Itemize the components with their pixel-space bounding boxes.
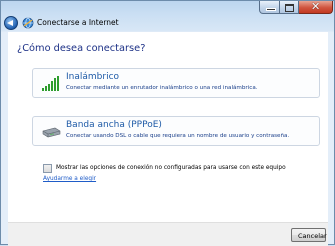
- wizard-window: Conectarse a Internet ✕ ¿Cómo desea cone…: [0, 0, 335, 246]
- maximize-button[interactable]: [280, 1, 299, 14]
- wizard-content: ¿Cómo desea conectarse? Inalámbrico Cone…: [8, 32, 328, 222]
- modem-icon: [42, 127, 61, 138]
- close-icon: ✕: [311, 0, 321, 13]
- cancel-button[interactable]: Cancelar: [291, 228, 327, 242]
- network-globe-icon: [22, 17, 34, 29]
- option-broadband-title: Banda ancha (PPPoE): [66, 120, 162, 130]
- title-bar: Conectarse a Internet ✕: [1, 1, 334, 32]
- wireless-signal-icon: [42, 76, 59, 91]
- option-wireless-description: Conectar mediante un enrutador inalámbri…: [66, 85, 258, 91]
- page-heading: ¿Cómo desea conectarse?: [17, 43, 146, 54]
- show-unconfigured-checkbox[interactable]: [43, 164, 52, 173]
- minimize-button[interactable]: [259, 1, 280, 14]
- minimize-icon: [266, 8, 276, 11]
- option-broadband-description: Conectar usando DSL o cable que requiera…: [66, 133, 290, 139]
- footer-bar: Cancelar: [8, 222, 328, 246]
- show-unconfigured-checkbox-row: Mostrar las opciones de conexión no conf…: [43, 164, 286, 173]
- option-wireless-title: Inalámbrico: [66, 72, 120, 82]
- option-wireless[interactable]: Inalámbrico Conectar mediante un enrutad…: [32, 68, 320, 98]
- help-me-choose-link[interactable]: Ayudarme a elegir: [43, 175, 96, 184]
- option-broadband[interactable]: Banda ancha (PPPoE) Conectar usando DSL …: [32, 116, 320, 146]
- window-title: Conectarse a Internet: [37, 18, 119, 27]
- maximize-icon: [285, 4, 294, 12]
- back-arrow-icon[interactable]: [4, 16, 18, 30]
- close-button[interactable]: ✕: [299, 1, 333, 14]
- show-unconfigured-label: Mostrar las opciones de conexión no conf…: [56, 165, 286, 171]
- window-controls: ✕: [259, 1, 333, 15]
